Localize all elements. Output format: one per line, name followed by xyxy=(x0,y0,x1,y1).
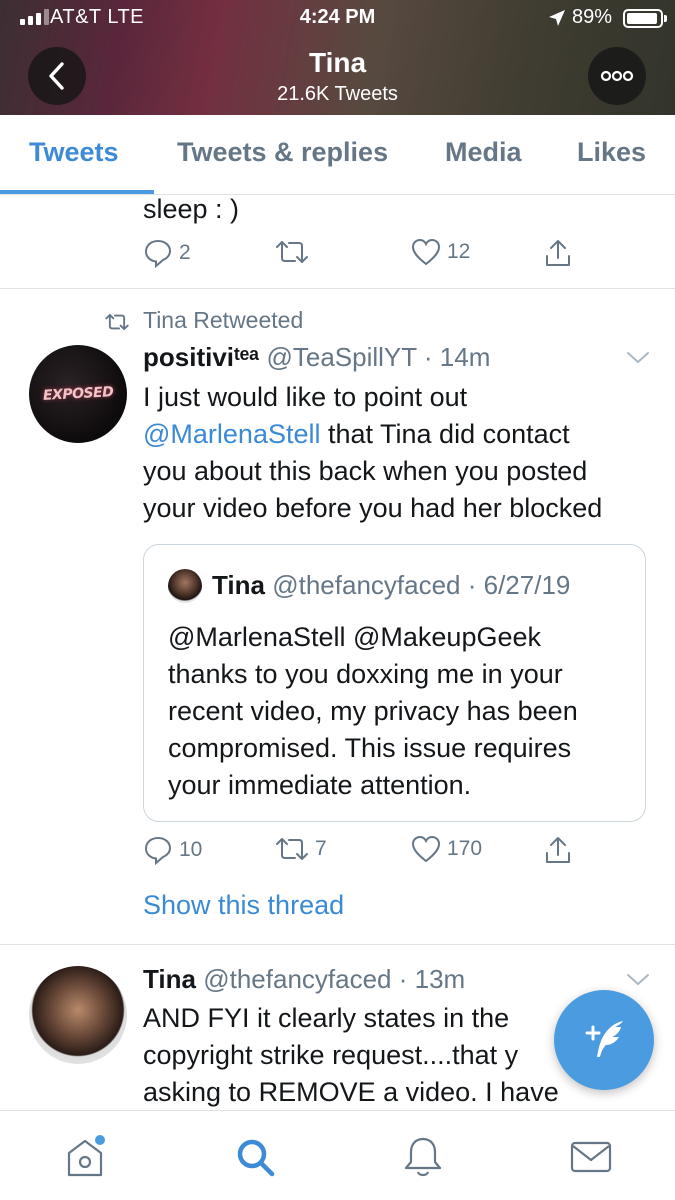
battery-icon xyxy=(623,9,667,28)
tweet-divider xyxy=(0,944,675,945)
tweet2-reply-count: 10 xyxy=(179,838,203,861)
search-icon xyxy=(237,1139,275,1177)
tab-likes[interactable]: Likes xyxy=(577,137,646,168)
tweet2-like-count: 170 xyxy=(447,837,483,860)
avatar[interactable]: EXPOSED xyxy=(29,345,127,443)
tweet2-share-button[interactable] xyxy=(543,835,573,865)
profile-title-block: Tina 21.6K Tweets xyxy=(0,45,675,107)
chevron-down-icon[interactable] xyxy=(626,351,650,365)
share-icon xyxy=(546,240,570,266)
tweet2-retweet-count: 7 xyxy=(315,837,327,860)
retweet-label: Tina Retweeted xyxy=(143,307,304,333)
tweet2-author-name[interactable]: positiviᵗᵉᵃ xyxy=(143,342,259,372)
tweet3-author-name[interactable]: Tina xyxy=(143,964,196,994)
tweet-count: 21.6K Tweets xyxy=(277,83,398,105)
tweet2-like-button[interactable]: 170 xyxy=(411,835,482,863)
tweet1-actions: 2 12 xyxy=(143,238,583,274)
profile-header: AT&T LTE 4:24 PM 89% Tina 21.6K Tweets xyxy=(0,0,675,115)
tweet1-retweet-button[interactable] xyxy=(275,238,315,266)
tweet3-text-line: copyright strike request....that y xyxy=(143,1040,519,1070)
tweet2-reply-button[interactable]: 10 xyxy=(143,835,202,865)
compose-icon xyxy=(585,1021,623,1057)
compose-tweet-button[interactable] xyxy=(554,990,654,1090)
tweet3-time: 13m xyxy=(414,964,466,994)
avatar[interactable] xyxy=(29,966,127,1064)
tweet3-handle[interactable]: @thefancyfaced xyxy=(203,964,391,994)
quoted-avatar xyxy=(168,569,202,603)
tweet2-actions: 10 7 170 xyxy=(143,835,583,871)
quoted-handle: @thefancyfaced xyxy=(272,570,461,600)
notification-dot xyxy=(95,1135,105,1145)
reply-icon xyxy=(144,836,172,865)
tweet3-text-line: AND FYI it clearly states in the xyxy=(143,1003,510,1033)
retweet-icon xyxy=(276,838,308,860)
quoted-text-line: thanks to you doxxing me in your xyxy=(168,659,563,689)
tab-media[interactable]: Media xyxy=(445,137,522,168)
bottom-navigation xyxy=(0,1110,675,1200)
tweet2-text-line: your video before you had her blocked xyxy=(143,493,603,523)
quoted-text-line: @MarlenaStell @MakeupGeek xyxy=(168,622,541,652)
bell-icon xyxy=(404,1137,442,1177)
mention-link[interactable]: @MarlenaStell xyxy=(143,419,320,449)
share-icon xyxy=(546,837,570,863)
tweet2-handle[interactable]: @TeaSpillYT xyxy=(266,342,416,372)
quoted-text-line: recent video, my privacy has been xyxy=(168,696,578,726)
reply-icon xyxy=(144,239,172,268)
status-bar: AT&T LTE 4:24 PM 89% xyxy=(0,0,675,38)
more-button[interactable] xyxy=(588,47,646,105)
tweet2-text-line: @MarlenaStell that Tina did contact xyxy=(143,419,570,449)
tweet3-text: AND FYI it clearly states in the copyrig… xyxy=(143,1000,559,1110)
mail-icon xyxy=(570,1141,612,1173)
tweet2-text: I just would like to point out @MarlenaS… xyxy=(143,379,663,527)
like-icon xyxy=(411,835,441,863)
show-thread-link[interactable]: Show this thread xyxy=(143,887,344,923)
nav-home[interactable] xyxy=(61,1133,109,1181)
tweet1-text: sleep : ) xyxy=(143,195,240,224)
tweet2-text-line: you about this back when you posted xyxy=(143,456,588,486)
tab-tweets[interactable]: Tweets xyxy=(29,137,119,168)
tweet1-reply-button[interactable]: 2 xyxy=(143,238,191,268)
tweet1-like-count: 12 xyxy=(447,240,471,263)
tweet1-like-button[interactable]: 12 xyxy=(411,238,470,266)
tweet-divider xyxy=(0,288,675,289)
profile-tabs: Tweets Tweets & replies Media Likes xyxy=(0,115,675,195)
chevron-down-icon[interactable] xyxy=(626,973,650,987)
retweeted-icon xyxy=(105,313,129,331)
profile-name: Tina xyxy=(308,47,367,78)
tweet3-text-line: asking to REMOVE a video. I have xyxy=(143,1077,559,1107)
tweet2-retweet-button[interactable]: 7 xyxy=(275,835,327,863)
battery-percent: 89% xyxy=(572,6,613,28)
quoted-author-name: Tina xyxy=(212,570,265,600)
nav-search[interactable] xyxy=(231,1133,279,1181)
tweet1-reply-count: 2 xyxy=(179,241,191,264)
nav-notifications[interactable] xyxy=(399,1133,447,1181)
tweet2-text-line: I just would like to point out xyxy=(143,382,468,412)
tab-tweets-replies[interactable]: Tweets & replies xyxy=(177,137,388,168)
nav-messages[interactable] xyxy=(567,1133,615,1181)
quoted-tweet-card[interactable]: Tina @thefancyfaced · 6/27/19 @MarlenaSt… xyxy=(143,544,646,822)
more-icon xyxy=(600,70,634,82)
tweet2-time: 14m xyxy=(439,342,491,372)
tweet2-author-line: positiviᵗᵉᵃ @TeaSpillYT · 14m xyxy=(143,342,491,372)
active-tab-indicator xyxy=(0,190,154,194)
location-icon xyxy=(549,10,565,26)
tweet1-share-button[interactable] xyxy=(543,238,573,268)
quoted-text: @MarlenaStell @MakeupGeek thanks to you … xyxy=(168,619,578,804)
retweet-icon xyxy=(276,241,308,263)
tweet3-author-line: Tina @thefancyfaced · 13m xyxy=(143,964,466,994)
avatar-text: EXPOSED xyxy=(42,384,114,404)
tweet-feed[interactable]: sleep : ) 2 12 Tina Retweeted EXPOSED po… xyxy=(0,195,675,1110)
quoted-text-line: your immediate attention. xyxy=(168,770,472,800)
quoted-text-line: compromised. This issue requires xyxy=(168,733,572,763)
quoted-author-line: Tina @thefancyfaced · 6/27/19 xyxy=(212,570,571,600)
like-icon xyxy=(411,238,441,266)
quoted-date: 6/27/19 xyxy=(483,570,571,600)
